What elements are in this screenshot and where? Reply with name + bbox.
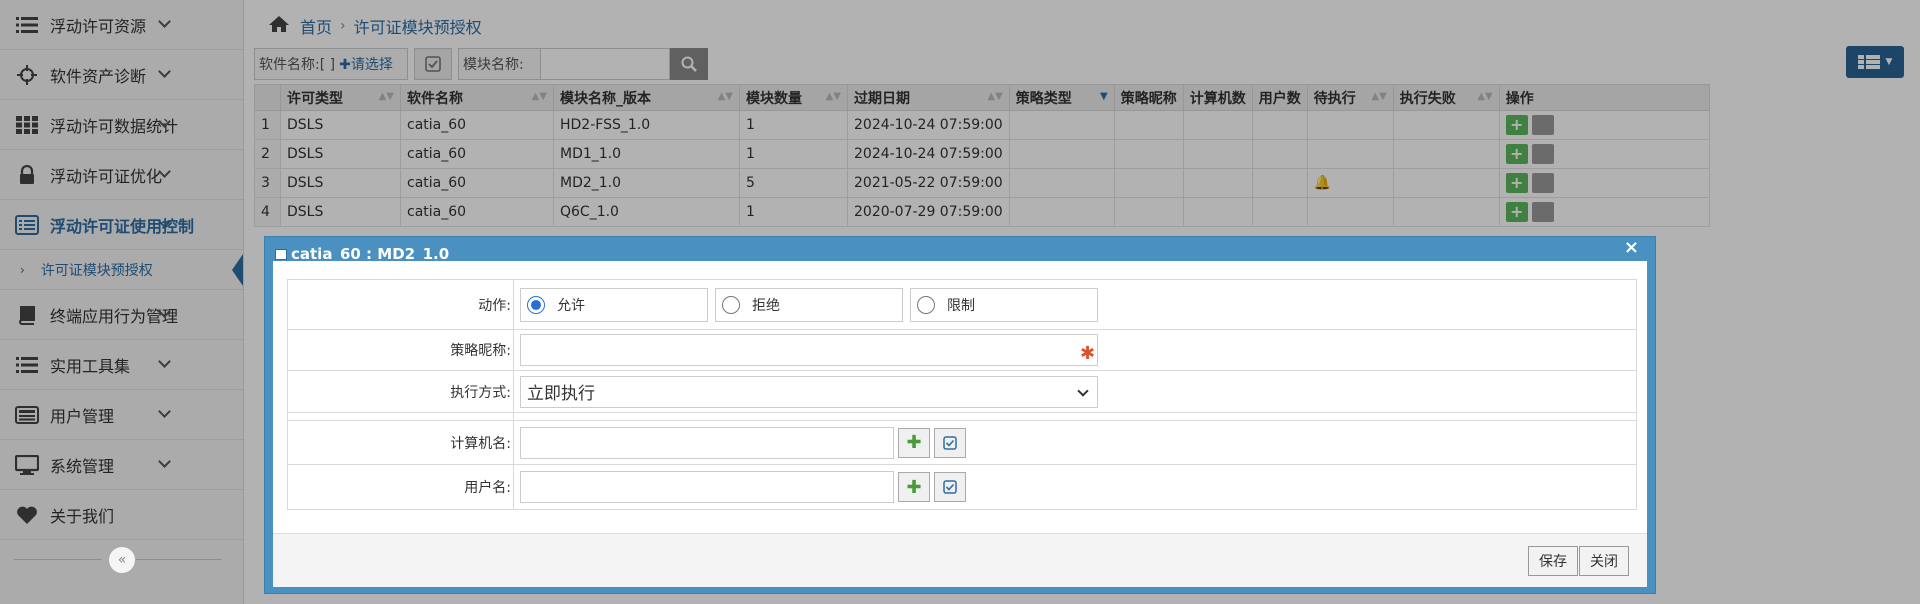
computer-name-input[interactable] [520,426,894,459]
add-user-button[interactable]: ✚ [898,472,930,502]
exec-mode-value: 立即执行 [527,384,595,404]
close-button[interactable]: 关闭 [1579,546,1629,576]
action-options: 允许 拒绝 限制 [514,287,1636,322]
form-row-action: 动作: 允许 拒绝 限制 [288,280,1636,330]
user-name-label: 用户名: [288,465,514,509]
exec-mode-label: 执行方式: [288,371,514,412]
save-button[interactable]: 保存 [1528,546,1578,576]
exec-mode-wrap: 立即执行 [514,375,1636,408]
policy-nickname-input[interactable] [520,334,1098,366]
radio-limit[interactable] [917,295,935,314]
form-row-exec-mode: 执行方式: 立即执行 [288,371,1636,413]
check-square-icon [943,435,957,450]
exec-mode-select[interactable]: 立即执行 [520,375,1098,408]
window-icon [275,248,287,260]
dialog-body: 动作: 允许 拒绝 限制 策略昵称: ✱ 执行方式: 立即执行 计算机名: ✚ … [273,261,1647,587]
check-square-icon [943,480,957,494]
nickname-field-wrap: ✱ [514,334,1636,366]
option-label: 拒绝 [752,297,780,314]
dialog-footer: 保存 关闭 [273,533,1647,587]
computer-name-label: 计算机名: [288,421,514,464]
computer-field-wrap: ✚ [514,426,1636,459]
required-asterisk-icon: ✱ [1080,343,1096,364]
action-deny-option[interactable]: 拒绝 [715,287,903,322]
dialog-close-icon[interactable]: × [1624,237,1639,258]
add-computer-button[interactable]: ✚ [898,427,930,458]
form-row-nickname: 策略昵称: ✱ [288,330,1636,371]
select-computer-button[interactable] [934,427,966,458]
form-row-computer: 计算机名: ✚ [288,421,1636,465]
select-user-button[interactable] [934,472,966,502]
form-row-user: 用户名: ✚ [288,465,1636,509]
radio-deny[interactable] [722,295,740,314]
option-label: 限制 [947,297,975,314]
policy-dialog: catia_60 : MD2_1.0 × 动作: 允许 拒绝 限制 策略昵称: … [264,236,1656,594]
action-label: 动作: [288,280,514,329]
option-label: 允许 [557,297,585,314]
collapse-sidebar-button[interactable]: « [108,546,136,574]
user-name-input[interactable] [520,471,894,503]
user-field-wrap: ✚ [514,471,1636,503]
policy-form: 动作: 允许 拒绝 限制 策略昵称: ✱ 执行方式: 立即执行 计算机名: ✚ … [287,279,1637,510]
nickname-label: 策略昵称: [288,330,514,370]
radio-allow[interactable] [527,295,545,314]
action-allow-option[interactable]: 允许 [520,287,708,322]
action-limit-option[interactable]: 限制 [910,287,1098,322]
form-spacer [288,413,1636,421]
chevron-down-icon [1077,384,1089,397]
spacer-cell [288,413,514,420]
